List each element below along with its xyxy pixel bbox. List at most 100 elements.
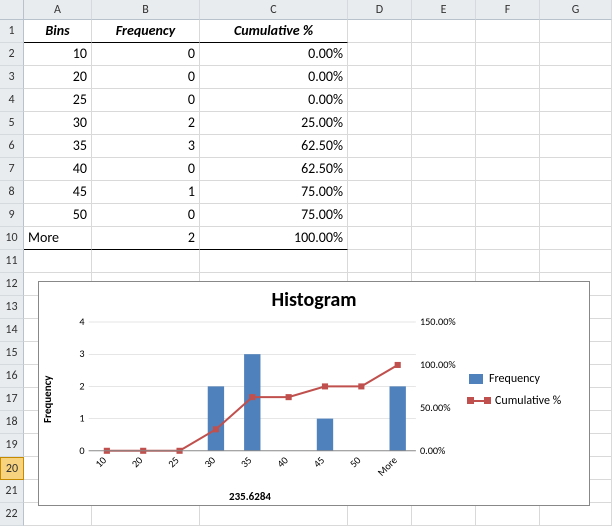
cell-C11[interactable] — [200, 250, 348, 273]
row-header-10[interactable]: 10 — [0, 227, 24, 250]
cell-F11[interactable] — [476, 250, 540, 273]
cell-A2[interactable]: 10 — [24, 43, 92, 66]
cell-E11[interactable] — [412, 250, 476, 273]
cell-G1[interactable] — [540, 20, 612, 43]
cell-F9[interactable] — [476, 204, 540, 227]
cell-E6[interactable] — [412, 135, 476, 158]
cell-A9[interactable]: 50 — [24, 204, 92, 227]
col-header-G[interactable]: G — [540, 0, 612, 20]
cell-B8[interactable]: 1 — [92, 181, 200, 204]
row-header-2[interactable]: 2 — [0, 43, 24, 66]
cell-G5[interactable] — [540, 112, 612, 135]
cell-C3[interactable]: 0.00% — [200, 66, 348, 89]
cell-G2[interactable] — [540, 43, 612, 66]
cell-G10[interactable] — [540, 227, 612, 250]
cell-B5[interactable]: 2 — [92, 112, 200, 135]
cell-D2[interactable] — [348, 43, 412, 66]
row-8[interactable]: 845175.00% — [0, 181, 613, 204]
cell-C8[interactable]: 75.00% — [200, 181, 348, 204]
row-6[interactable]: 635362.50% — [0, 135, 613, 158]
cell-F10[interactable] — [476, 227, 540, 250]
cell-C2[interactable]: 0.00% — [200, 43, 348, 66]
cell-F5[interactable] — [476, 112, 540, 135]
row-header-8[interactable]: 8 — [0, 181, 24, 204]
row-header-21[interactable]: 21 — [0, 480, 24, 503]
cell-G9[interactable] — [540, 204, 612, 227]
row-5[interactable]: 530225.00% — [0, 112, 613, 135]
row-9[interactable]: 950075.00% — [0, 204, 613, 227]
cell-A7[interactable]: 40 — [24, 158, 92, 181]
cell-B1[interactable]: Frequency — [92, 20, 200, 43]
cell-B22[interactable] — [92, 503, 200, 526]
cell-D6[interactable] — [348, 135, 412, 158]
cell-E5[interactable] — [412, 112, 476, 135]
cell-B7[interactable]: 0 — [92, 158, 200, 181]
cell-D11[interactable] — [348, 250, 412, 273]
row-header-19[interactable]: 19 — [0, 434, 24, 457]
cell-F7[interactable] — [476, 158, 540, 181]
select-all-corner[interactable] — [0, 0, 24, 20]
col-header-A[interactable]: A — [24, 0, 92, 20]
row-header-13[interactable]: 13 — [0, 296, 24, 319]
cell-A3[interactable]: 20 — [24, 66, 92, 89]
cell-B4[interactable]: 0 — [92, 89, 200, 112]
cell-F6[interactable] — [476, 135, 540, 158]
row-4[interactable]: 42500.00% — [0, 89, 613, 112]
chart-plot-area[interactable]: 012340.00%50.00%100.00%150.00%1020253035… — [58, 316, 467, 487]
cell-G6[interactable] — [540, 135, 612, 158]
cell-E8[interactable] — [412, 181, 476, 204]
row-1[interactable]: 1 Bins Frequency Cumulative % — [0, 20, 613, 43]
cell-E2[interactable] — [412, 43, 476, 66]
cell-F8[interactable] — [476, 181, 540, 204]
cell-D3[interactable] — [348, 66, 412, 89]
row-header-5[interactable]: 5 — [0, 112, 24, 135]
col-header-E[interactable]: E — [412, 0, 476, 20]
cell-A22[interactable] — [24, 503, 92, 526]
row-header-4[interactable]: 4 — [0, 89, 24, 112]
cell-A6[interactable]: 35 — [24, 135, 92, 158]
cell-C1[interactable]: Cumulative % — [200, 20, 348, 43]
cell-B3[interactable]: 0 — [92, 66, 200, 89]
cell-C22[interactable] — [200, 503, 348, 526]
col-header-B[interactable]: B — [92, 0, 200, 20]
row-header-16[interactable]: 16 — [0, 365, 24, 388]
cell-C7[interactable]: 62.50% — [200, 158, 348, 181]
cell-A11[interactable] — [24, 250, 92, 273]
cell-G4[interactable] — [540, 89, 612, 112]
cell-D9[interactable] — [348, 204, 412, 227]
cell-G7[interactable] — [540, 158, 612, 181]
cell-E9[interactable] — [412, 204, 476, 227]
cell-D5[interactable] — [348, 112, 412, 135]
row-header-3[interactable]: 3 — [0, 66, 24, 89]
cell-C10[interactable]: 100.00% — [200, 227, 348, 250]
row-header-9[interactable]: 9 — [0, 204, 24, 227]
cell-G8[interactable] — [540, 181, 612, 204]
cell-E3[interactable] — [412, 66, 476, 89]
cell-G3[interactable] — [540, 66, 612, 89]
cell-B11[interactable] — [92, 250, 200, 273]
cell-E22[interactable] — [412, 503, 476, 526]
cell-D1[interactable] — [348, 20, 412, 43]
cell-C5[interactable]: 25.00% — [200, 112, 348, 135]
row-header-20[interactable]: 20 — [0, 457, 24, 480]
cell-C6[interactable]: 62.50% — [200, 135, 348, 158]
cell-A10[interactable]: More — [24, 227, 92, 250]
cell-F22[interactable] — [476, 503, 540, 526]
cell-G11[interactable] — [540, 250, 612, 273]
row-header-14[interactable]: 14 — [0, 319, 24, 342]
cell-E1[interactable] — [412, 20, 476, 43]
cell-A4[interactable]: 25 — [24, 89, 92, 112]
cell-A8[interactable]: 45 — [24, 181, 92, 204]
cell-F3[interactable] — [476, 66, 540, 89]
cell-E10[interactable] — [412, 227, 476, 250]
row-header-7[interactable]: 7 — [0, 158, 24, 181]
row-3[interactable]: 32000.00% — [0, 66, 613, 89]
cell-D8[interactable] — [348, 181, 412, 204]
cell-D22[interactable] — [348, 503, 412, 526]
cell-B6[interactable]: 3 — [92, 135, 200, 158]
cell-D10[interactable] — [348, 227, 412, 250]
cell-A1[interactable]: Bins — [24, 20, 92, 43]
row-2[interactable]: 21000.00% — [0, 43, 613, 66]
histogram-chart[interactable]: Histogram Frequency 012340.00%50.00%100.… — [38, 281, 590, 506]
cell-F1[interactable] — [476, 20, 540, 43]
